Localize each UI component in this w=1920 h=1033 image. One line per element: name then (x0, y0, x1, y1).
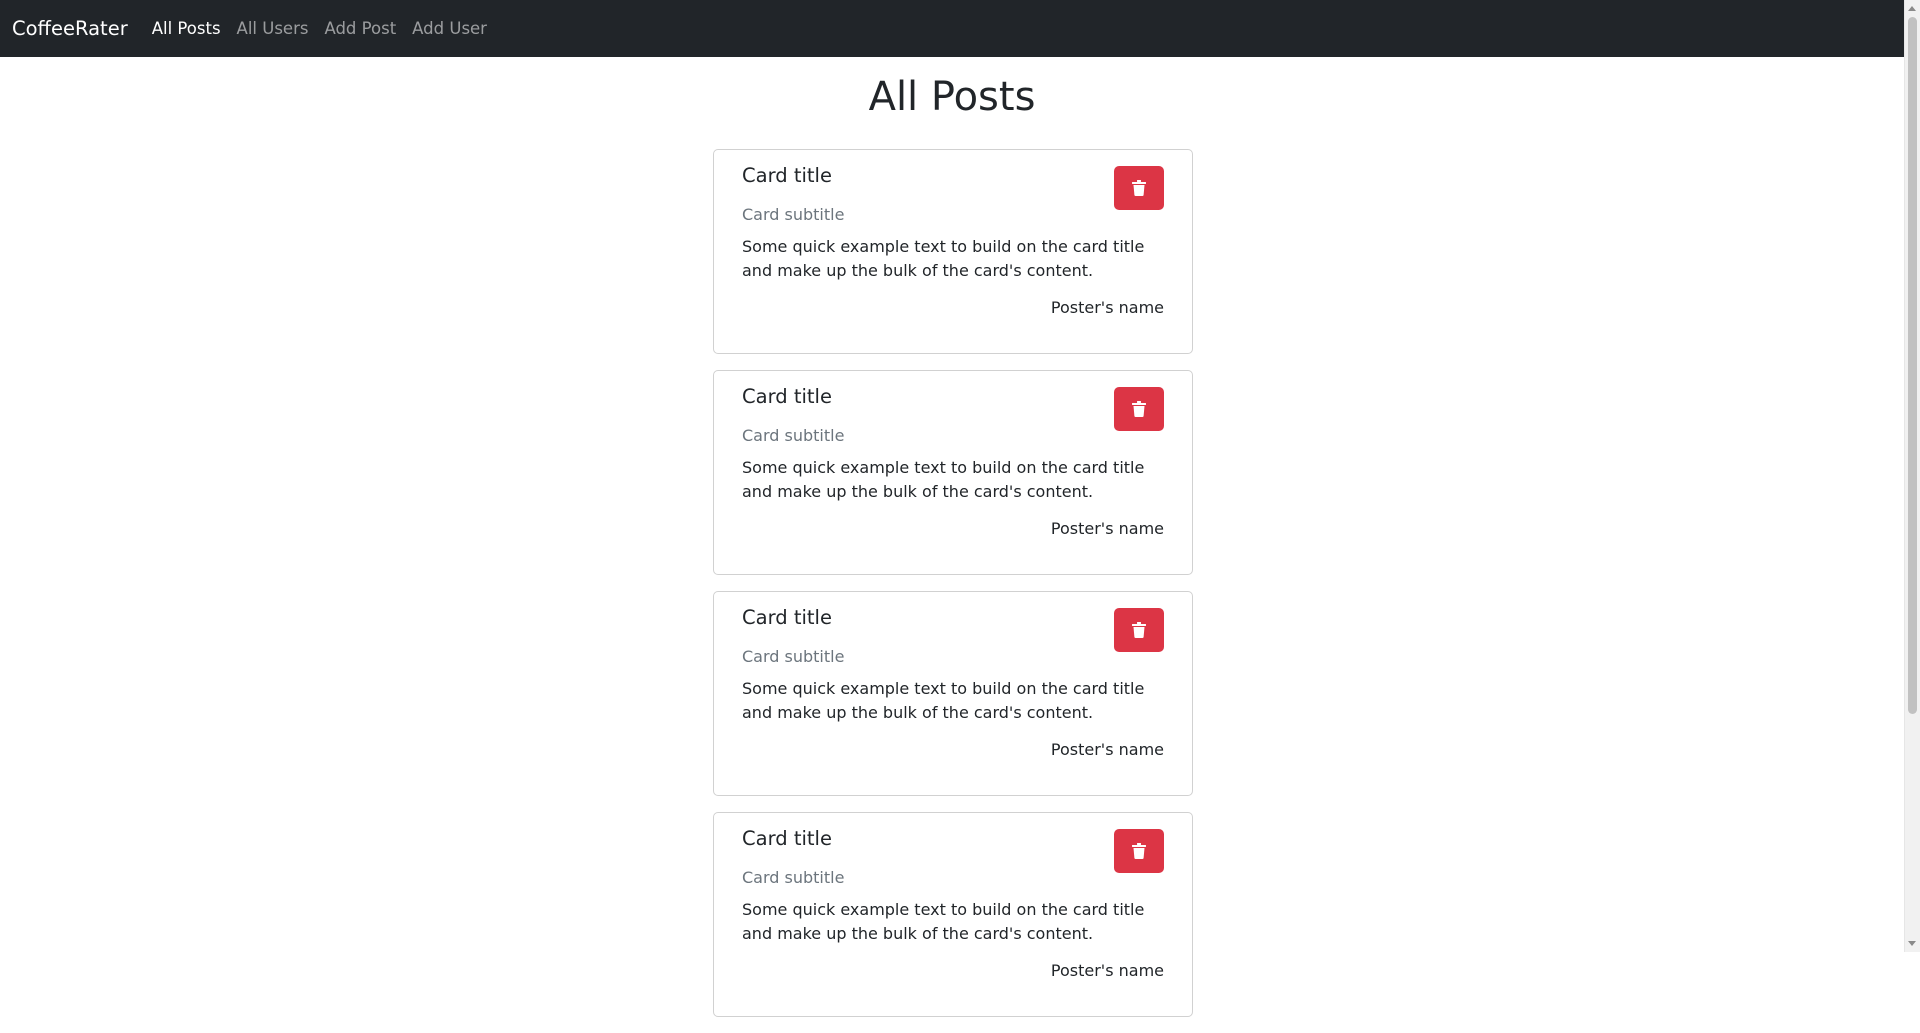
post-card: Card title Card subtitle Some quick exam… (713, 149, 1193, 354)
card-subtitle: Card subtitle (742, 426, 845, 445)
post-card: Card title Card subtitle Some quick exam… (713, 370, 1193, 575)
nav-link-all-posts[interactable]: All Posts (152, 19, 221, 38)
trash-icon (1132, 843, 1146, 859)
card-title: Card title (742, 606, 832, 629)
card-text: Some quick example text to build on the … (742, 458, 1145, 501)
poster-name: Poster's name (1050, 740, 1164, 759)
poster-name: Poster's name (1050, 519, 1164, 538)
delete-post-button[interactable] (1114, 608, 1164, 652)
delete-post-button[interactable] (1114, 829, 1164, 873)
card-subtitle: Card subtitle (742, 868, 845, 887)
card-title: Card title (742, 164, 832, 187)
nav-link-add-user[interactable]: Add User (412, 19, 487, 38)
card-subtitle: Card subtitle (742, 205, 845, 224)
vertical-scrollbar[interactable] (1904, 0, 1920, 952)
trash-icon (1132, 622, 1146, 638)
scrollbar-thumb[interactable] (1908, 17, 1917, 714)
scroll-down-arrow-icon[interactable] (1908, 941, 1916, 946)
post-card: Card title Card subtitle Some quick exam… (713, 812, 1193, 1017)
card-text: Some quick example text to build on the … (742, 237, 1145, 280)
nav-links: All Posts All Users Add Post Add User (152, 19, 503, 38)
post-card: Card title Card subtitle Some quick exam… (713, 591, 1193, 796)
poster-name: Poster's name (1050, 961, 1164, 980)
brand-link[interactable]: CoffeeRater (12, 17, 128, 40)
card-subtitle: Card subtitle (742, 647, 845, 666)
nav-link-all-users[interactable]: All Users (237, 19, 309, 38)
trash-icon (1132, 401, 1146, 417)
scroll-up-arrow-icon[interactable] (1908, 6, 1916, 11)
poster-name: Poster's name (1050, 298, 1164, 317)
page-title: All Posts (868, 74, 1036, 120)
card-title: Card title (742, 827, 832, 850)
card-title: Card title (742, 385, 832, 408)
card-text: Some quick example text to build on the … (742, 900, 1145, 943)
delete-post-button[interactable] (1114, 166, 1164, 210)
post-list: Card title Card subtitle Some quick exam… (713, 149, 1193, 1033)
navbar: CoffeeRater All Posts All Users Add Post… (0, 0, 1904, 57)
trash-icon (1132, 180, 1146, 196)
delete-post-button[interactable] (1114, 387, 1164, 431)
card-text: Some quick example text to build on the … (742, 679, 1145, 722)
nav-link-add-post[interactable]: Add Post (324, 19, 396, 38)
